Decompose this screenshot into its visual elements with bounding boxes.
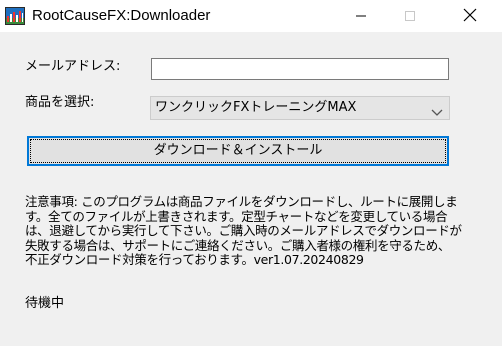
close-button[interactable] [447,0,493,32]
status-text: 待機中 [25,296,65,311]
product-selected-value: ワンクリックFXトレーニングMAX [155,100,357,115]
download-install-label: ダウンロード＆インストール [153,143,323,158]
email-field[interactable] [151,58,449,80]
chevron-down-icon [431,103,443,116]
minimize-icon [355,7,367,26]
close-icon [463,7,477,26]
notice-line: す。全てのファイルが上書きされます。定型チャートなどを変更している場合 [25,208,448,224]
minimize-button[interactable] [338,0,384,32]
downloader-window: RootCauseFX:Downloader メールアドレス: 商品を選択: ワ… [0,0,502,346]
window-title: RootCauseFX:Downloader [32,7,211,24]
notice-text: 注意事項: このプログラムは商品ファイルをダウンロードし、ルートに展開しま す。… [25,194,467,268]
maximize-icon [404,7,416,26]
notice-line: は、退避してから実行して下さい。ご購入時のメールアドレスでダウンロードが [25,223,462,238]
product-label: 商品を選択: [25,95,95,110]
download-install-button[interactable]: ダウンロード＆インストール [27,136,449,166]
fx-chart-icon [5,7,25,25]
notice-line: 不正ダウンロード対策を行っております。ver1.07.20240829 [25,252,364,267]
title-bar[interactable]: RootCauseFX:Downloader [0,0,502,32]
email-label: メールアドレス: [25,59,121,74]
product-select[interactable]: ワンクリックFXトレーニングMAX [150,96,450,120]
notice-line: 注意事項: このプログラムは商品ファイルをダウンロードし、ルートに展開しま [25,194,458,209]
maximize-button[interactable] [387,0,433,32]
notice-line: 失敗する場合は、サポートにご連絡ください。ご購入者様の権利を守るため、 [25,237,451,253]
